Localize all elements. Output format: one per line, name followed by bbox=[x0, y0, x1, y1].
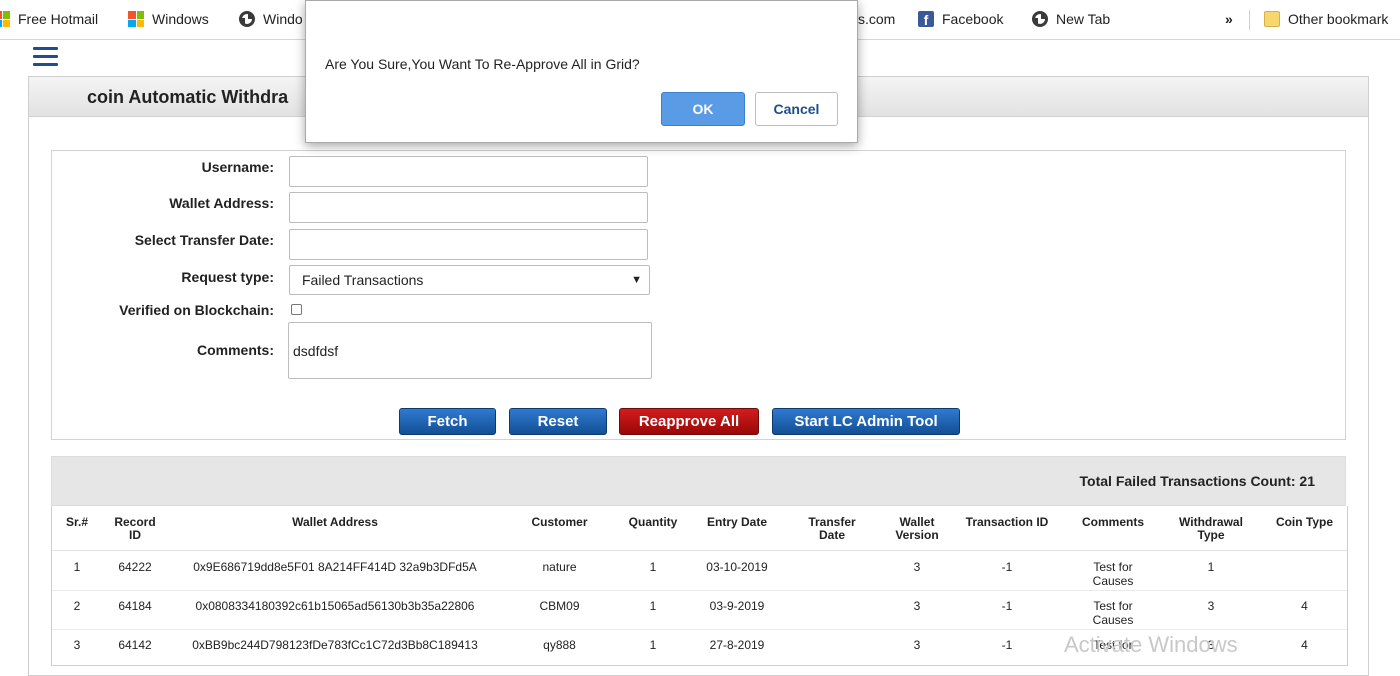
transfer-date-label: Select Transfer Date: bbox=[134, 232, 274, 248]
failed-count-text: Total Failed Transactions Count: 21 bbox=[1079, 473, 1315, 489]
windows-logo-icon bbox=[128, 11, 144, 27]
dialog-cancel-button[interactable]: Cancel bbox=[755, 92, 838, 126]
col-coin-type: Coin Type bbox=[1275, 515, 1334, 529]
bookmark-other[interactable]: Other bookmark bbox=[1264, 0, 1388, 38]
facebook-icon: f bbox=[918, 11, 934, 28]
comments-label: Comments: bbox=[196, 342, 274, 358]
bookmark-new-tab[interactable]: New Tab bbox=[1032, 0, 1110, 38]
bookmark-windows[interactable]: Windows bbox=[128, 0, 209, 38]
dialog-ok-button[interactable]: OK bbox=[661, 92, 745, 126]
request-type-label: Request type: bbox=[181, 269, 274, 285]
col-transfer-date: Transfer Date bbox=[808, 515, 856, 542]
page-title: coin Automatic Withdra bbox=[87, 87, 289, 107]
verified-label: Verified on Blockchain: bbox=[119, 302, 274, 318]
comments-textarea[interactable]: dsdfdsf bbox=[288, 322, 652, 379]
bookmarks-overflow-button[interactable]: » bbox=[1225, 0, 1233, 38]
username-input[interactable] bbox=[289, 156, 648, 187]
col-withdrawal-type: Withdrawal Type bbox=[1179, 515, 1243, 542]
bookmark-free-hotmail[interactable]: Free Hotmail bbox=[0, 0, 98, 38]
wallet-address-label: Wallet Address: bbox=[169, 195, 274, 211]
request-type-select[interactable]: Failed Transactions ▼ bbox=[289, 265, 650, 295]
start-admin-tool-button[interactable]: Start LC Admin Tool bbox=[772, 408, 960, 435]
bookmark-facebook[interactable]: f Facebook bbox=[918, 0, 1003, 38]
wallet-address-input[interactable] bbox=[289, 192, 648, 223]
col-sr: Sr.# bbox=[65, 515, 89, 529]
reset-button[interactable]: Reset bbox=[509, 408, 607, 435]
col-quantity: Quantity bbox=[628, 515, 678, 529]
fetch-button[interactable]: Fetch bbox=[399, 408, 496, 435]
verified-checkbox[interactable] bbox=[291, 304, 302, 315]
col-entry-date: Entry Date bbox=[706, 515, 768, 529]
transfer-date-input[interactable] bbox=[289, 229, 648, 260]
bookmarks-separator bbox=[1249, 10, 1250, 30]
col-transaction-id: Transaction ID bbox=[965, 515, 1049, 529]
globe-icon bbox=[1032, 11, 1048, 27]
col-comments: Comments bbox=[1081, 515, 1144, 529]
search-form bbox=[51, 150, 1346, 440]
table-row: 1 64222 0x9E686719dd8e5F01 8A214FF414D 3… bbox=[52, 552, 1347, 591]
dropdown-arrow-icon: ▼ bbox=[631, 274, 642, 286]
col-wallet-address: Wallet Address bbox=[292, 515, 378, 529]
folder-icon bbox=[1264, 11, 1280, 27]
col-wallet-version: Wallet Version bbox=[895, 515, 939, 542]
hamburger-menu-icon[interactable] bbox=[33, 47, 58, 66]
table-header-row: Sr.# Record ID Wallet Address Customer Q… bbox=[52, 506, 1347, 551]
col-customer: Customer bbox=[531, 515, 588, 529]
confirm-dialog: Are You Sure,You Want To Re-Approve All … bbox=[305, 0, 858, 143]
windows-flag-icon bbox=[0, 11, 10, 27]
col-record-id: Record ID bbox=[114, 515, 156, 542]
summary-bar: Total Failed Transactions Count: 21 bbox=[51, 456, 1346, 506]
globe-icon bbox=[239, 11, 255, 27]
dialog-message: Are You Sure,You Want To Re-Approve All … bbox=[325, 56, 640, 72]
reapprove-all-button[interactable]: Reapprove All bbox=[619, 408, 759, 435]
bookmark-s-com[interactable]: s.com bbox=[858, 0, 895, 38]
table-row: 2 64184 0x0808334180392c61b15065ad56130b… bbox=[52, 591, 1347, 630]
activate-windows-watermark: Activate Windows bbox=[1064, 632, 1238, 657]
username-label: Username: bbox=[201, 159, 274, 175]
bookmark-windo[interactable]: Windo bbox=[239, 0, 303, 38]
